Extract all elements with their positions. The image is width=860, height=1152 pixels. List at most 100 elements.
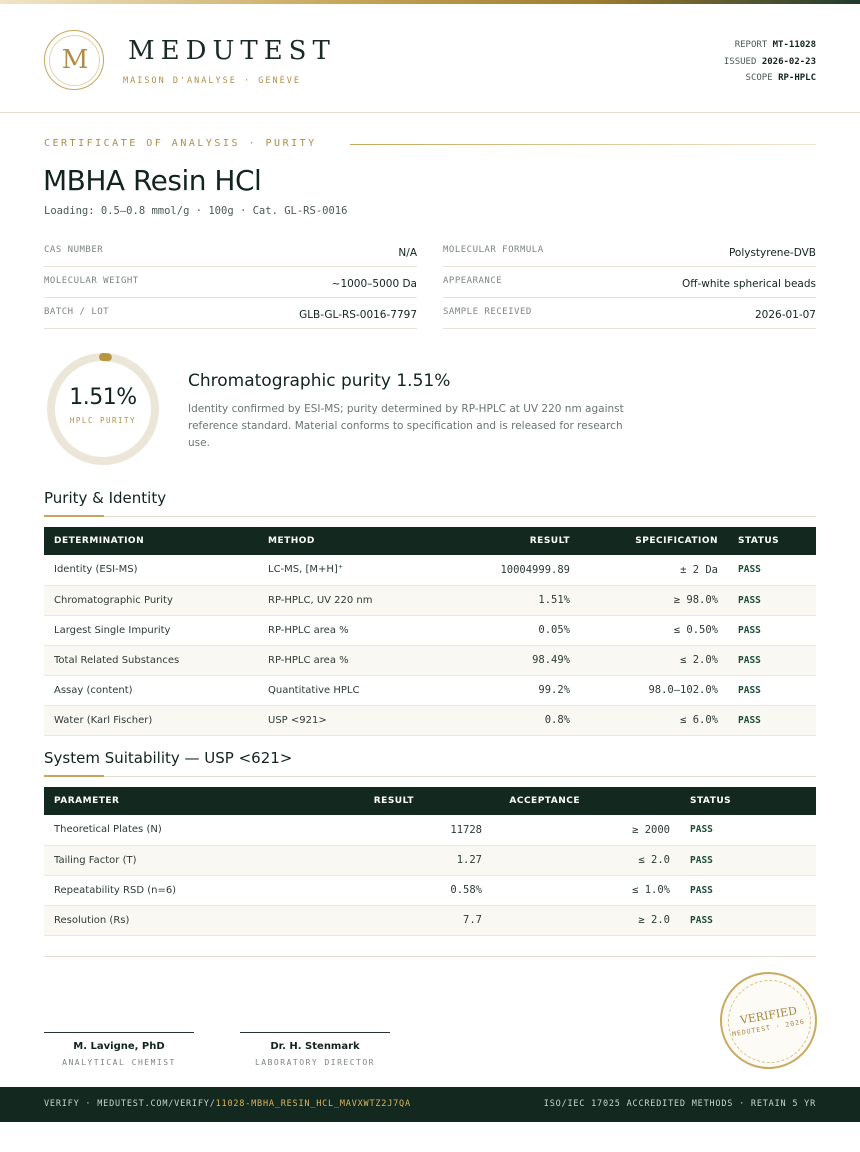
property-value: N/A [398,247,417,259]
property-key: MOLECULAR FORMULA [443,245,544,255]
cell-specification: ≥ 98.0% [580,585,728,616]
table-header-row: PARAMETER RESULT ACCEPTANCE STATUS [44,787,816,815]
issued-value: 2026-02-23 [761,56,816,67]
table-row: Resolution (Rs) 7.7 ≥ 2.0 PASS [44,905,816,936]
property-mw: MOLECULAR WEIGHT ~1000–5000 Da [44,267,417,298]
signature-divider [44,956,816,957]
status-badge: PASS [728,705,816,736]
verified-seal: VERIFIED MEDUTEST · 2026 [720,972,817,1069]
status-badge: PASS [728,645,816,676]
purity-heading: Chromatographic purity 1.51% [188,371,451,391]
property-formula: MOLECULAR FORMULA Polystyrene-DVB [443,236,816,267]
cell-determination: Total Related Substances [44,645,258,676]
status-badge: PASS [728,555,816,586]
scope-line: SCOPE RP-HPLC [724,70,816,87]
accreditation-note: ISO/IEC 17025 ACCREDITED METHODS · RETAI… [543,1099,816,1109]
property-value: Off-white spherical beads [681,278,816,290]
brand-name: MEDUTEST [128,36,336,66]
signature-block: M. Lavigne, PhD ANALYTICAL CHEMIST [44,1032,194,1067]
cell-acceptance: ≤ 2.0 [492,845,680,876]
cell-specification: ± 2 Da [580,555,728,586]
signatory-role: ANALYTICAL CHEMIST [62,1058,176,1067]
signatory-name: Dr. H. Stenmark [270,1041,360,1052]
scope-value: RP-HPLC [778,73,816,83]
signatory-role: LABORATORY DIRECTOR [254,1058,375,1067]
seal-text: VERIFIED [739,1004,798,1027]
cell-specification: 98.0–102.0% [580,675,728,706]
status-badge: PASS [680,875,816,906]
table-row: Water (Karl Fischer) USP <921> 0.8% ≤ 6.… [44,705,816,736]
cell-determination: Identity (ESI-MS) [44,555,258,586]
signature-block: Dr. H. Stenmark LABORATORY DIRECTOR [240,1032,390,1067]
cell-determination: Largest Single Impurity [44,615,258,646]
column-header: RESULT [373,796,414,806]
property-key: APPEARANCE [443,276,503,286]
cell-determination: Water (Karl Fischer) [44,705,258,736]
cell-method: USP <921> [258,705,408,736]
status-badge: PASS [680,815,816,846]
cell-result: 7.7 [294,905,492,936]
cell-parameter: Tailing Factor (T) [44,845,294,876]
column-header: SPECIFICATION [635,536,718,546]
table-row: Largest Single Impurity RP-HPLC area % 0… [44,615,816,646]
table-header-row: DETERMINATION METHOD RESULT SPECIFICATIO… [44,527,816,555]
property-appearance: APPEARANCE Off-white spherical beads [443,267,816,298]
section-accent [44,775,104,777]
cell-result: 99.2% [408,675,580,706]
column-header: DETERMINATION [54,536,145,546]
verify-prefix: VERIFY · MEDUTEST.COM/VERIFY/ [44,1099,216,1109]
report-header: M MEDUTEST MAISON D'ANALYSE · GENÈVE REP… [0,4,860,113]
cell-specification: ≤ 2.0% [580,645,728,676]
cell-method: Quantitative HPLC [258,675,408,706]
product-title: MBHA Resin HCl [43,164,262,197]
column-header: STATUS [738,536,780,546]
verify-link[interactable]: VERIFY · MEDUTEST.COM/VERIFY/11028-MBHA_… [44,1099,411,1109]
purity-value: 1.51% [69,385,137,410]
cell-parameter: Theoretical Plates (N) [44,815,294,846]
signatory-name: M. Lavigne, PhD [73,1041,165,1052]
property-value: ~1000–5000 Da [331,278,417,290]
issued-label: ISSUED [723,56,757,67]
certificate-eyebrow: CERTIFICATE OF ANALYSIS · PURITY [44,138,816,152]
status-badge: PASS [680,905,816,936]
cell-acceptance: ≥ 2.0 [492,905,680,936]
cell-result: 1.51% [408,585,580,616]
table-row: Theoretical Plates (N) 11728 ≥ 2000 PASS [44,815,816,846]
section-rule [44,516,816,517]
brand-logo: M [44,30,104,90]
column-header: PARAMETER [54,796,120,806]
section-rule [44,776,816,777]
cell-method: RP-HPLC area % [258,615,408,646]
report-meta: REPORT MT-11028 ISSUED 2026-02-23 SCOPE … [724,37,816,87]
table-row: Repeatability RSD (n=6) 0.58% ≤ 1.0% PAS… [44,875,816,906]
property-key: CAS NUMBER [44,245,104,255]
product-subtitle: Loading: 0.5–0.8 mmol/g · 100g · Cat. GL… [44,205,348,217]
purity-label: HPLC PURITY [69,416,137,425]
status-badge: PASS [680,845,816,876]
cell-specification: ≤ 6.0% [580,705,728,736]
scope-label: SCOPE [745,73,773,83]
logo-letter: M [61,45,89,75]
section-accent [44,515,104,517]
table-row: Chromatographic Purity RP-HPLC, UV 220 n… [44,585,816,616]
table-row: Total Related Substances RP-HPLC area % … [44,645,816,676]
cell-acceptance: ≤ 1.0% [492,875,680,906]
cell-result: 1.27 [294,845,492,876]
suitability-table: PARAMETER RESULT ACCEPTANCE STATUS Theor… [44,787,816,936]
property-key: BATCH / LOT [44,307,110,317]
footer-bar: VERIFY · MEDUTEST.COM/VERIFY/11028-MBHA_… [0,1087,860,1122]
eyebrow-rule [350,144,816,145]
cell-method: LC-MS, [M+H]⁺ [258,555,408,586]
verify-code: 11028-MBHA_RESIN_HCL_MAVXWTZ2J7QA [215,1099,411,1109]
column-header: ACCEPTANCE [509,796,580,806]
status-badge: PASS [728,615,816,646]
cell-determination: Assay (content) [44,675,258,706]
property-cas: CAS NUMBER N/A [44,236,417,267]
suitability-section-title: System Suitability — USP <621> [44,749,293,767]
property-batch: BATCH / LOT GLB-GL-RS-0016-7797 [44,298,417,329]
property-value: Polystyrene-DVB [728,247,816,259]
purity-description: Identity confirmed by ESI-MS; purity det… [188,403,624,449]
cell-method: RP-HPLC area % [258,645,408,676]
property-key: MOLECULAR WEIGHT [44,276,139,286]
issued-line: ISSUED 2026-02-23 [724,54,816,71]
